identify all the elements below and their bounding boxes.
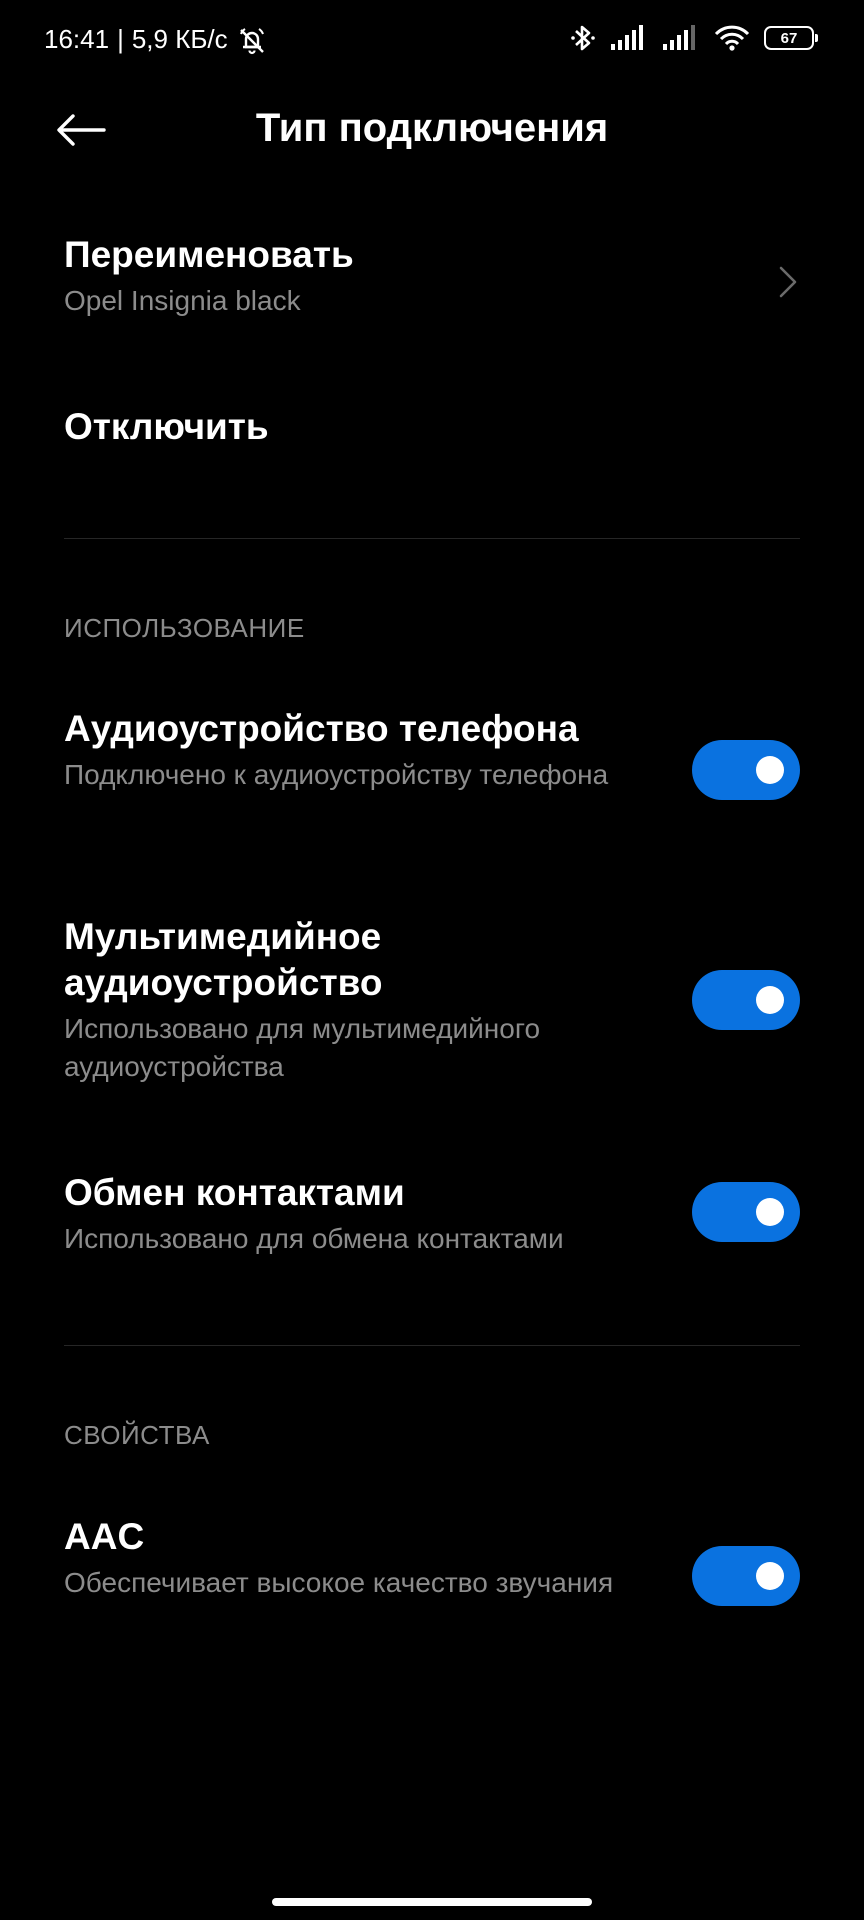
battery-level: 67 (780, 29, 798, 47)
page-title: Тип подключения (255, 106, 609, 150)
chevron-right-icon (776, 264, 800, 300)
disconnect-label: Отключить (64, 406, 269, 447)
setting-title: Мультимедийное аудиоустройство (64, 916, 383, 1003)
signal-icon (610, 24, 648, 52)
status-right: 67 (570, 22, 818, 54)
setting-row-media-audio[interactable]: Мультимедийное аудиоустройство Использов… (64, 914, 800, 1086)
setting-subtitle: Использовано для обмена контактами (64, 1223, 564, 1254)
setting-row-contacts[interactable]: Обмен контактами Использовано для обмена… (64, 1170, 800, 1260)
network-speed: 5,9 КБ/с (131, 24, 228, 54)
status-bar: 16:41 | 5,9 КБ/с 67 (0, 0, 864, 84)
divider (64, 1345, 800, 1346)
home-indicator[interactable] (272, 1898, 592, 1906)
battery-tip (815, 34, 818, 42)
disconnect-row[interactable]: Отключить (64, 404, 800, 454)
section-header-usage: ИСПОЛЬЗОВАНИЕ (64, 613, 305, 643)
setting-row-phone-audio[interactable]: Аудиоустройство телефона Подключено к ау… (64, 706, 800, 834)
toggle-knob (756, 986, 784, 1014)
setting-title: Аудиоустройство телефона (64, 708, 579, 749)
aac-toggle[interactable] (692, 1546, 800, 1606)
setting-text: Обмен контактами Использовано для обмена… (64, 1170, 704, 1258)
toggle-knob (756, 1198, 784, 1226)
device-name: Opel Insignia black (64, 285, 301, 316)
setting-text: Аудиоустройство телефона Подключено к ау… (64, 706, 664, 794)
section-header-properties: СВОЙСТВА (64, 1420, 210, 1450)
divider (64, 538, 800, 539)
toggle-knob (756, 756, 784, 784)
setting-subtitle: Использовано для мультимедийного аудиоус… (64, 1013, 541, 1082)
status-separator: | (117, 24, 124, 54)
setting-text: AAC Обеспечивает высокое качество звучан… (64, 1514, 664, 1602)
rename-label: Переименовать (64, 234, 354, 275)
toolbar: Тип подключения (0, 84, 864, 172)
setting-row-aac[interactable]: AAC Обеспечивает высокое качество звучан… (64, 1514, 800, 1642)
bell-off-icon (236, 25, 268, 55)
battery-icon: 67 (764, 26, 818, 50)
setting-title: Обмен контактами (64, 1172, 405, 1213)
phone-audio-toggle[interactable] (692, 740, 800, 800)
status-left: 16:41 | 5,9 КБ/с (44, 24, 268, 55)
toggle-knob (756, 1562, 784, 1590)
status-time: 16:41 (44, 24, 110, 54)
media-audio-toggle[interactable] (692, 970, 800, 1030)
setting-subtitle: Обеспечивает высокое качество звучания (64, 1567, 614, 1598)
contacts-toggle[interactable] (692, 1182, 800, 1242)
signal-icon (662, 24, 700, 52)
setting-subtitle: Подключено к аудиоустройству телефона (64, 759, 609, 790)
rename-text: Переименовать Opel Insignia black (64, 232, 664, 320)
bluetooth-icon (570, 22, 596, 54)
wifi-icon (714, 24, 750, 52)
setting-title: AAC (64, 1516, 145, 1557)
rename-row[interactable]: Переименовать Opel Insignia black (64, 232, 800, 332)
setting-text: Мультимедийное аудиоустройство Использов… (64, 914, 664, 1086)
